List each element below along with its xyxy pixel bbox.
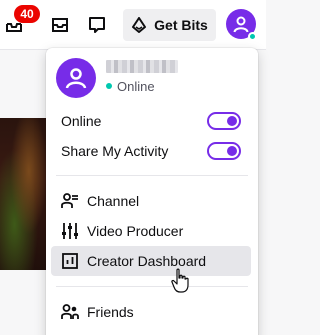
menu-divider <box>56 175 248 176</box>
profile-avatar[interactable] <box>56 58 96 98</box>
toggle-online-label: Online <box>61 113 102 129</box>
menu-item-channel[interactable]: Channel <box>51 186 251 216</box>
toggle-row-share-activity[interactable]: Share My Activity <box>51 136 251 166</box>
menu-item-creator-dashboard[interactable]: Creator Dashboard <box>51 246 251 276</box>
menu-item-label: Creator Dashboard <box>87 253 207 269</box>
menu-divider <box>56 286 248 287</box>
video-producer-icon <box>61 222 79 240</box>
status-label: Online <box>117 78 155 94</box>
stream-thumbnail[interactable] <box>0 118 48 270</box>
menu-item-label: Friends <box>87 304 134 320</box>
creator-dashboard-icon <box>61 252 79 270</box>
menu-item-label: Channel <box>87 193 140 209</box>
share-activity-toggle[interactable] <box>207 142 241 160</box>
get-bits-button[interactable]: Get Bits <box>123 9 216 41</box>
whispers-icon <box>89 17 105 33</box>
top-nav-bar: 40 Get Bits <box>0 0 266 50</box>
user-icon <box>65 68 87 89</box>
user-avatar-icon <box>233 16 249 33</box>
friends-icon <box>61 303 79 321</box>
online-indicator-dot <box>248 32 257 41</box>
channel-icon <box>61 192 79 210</box>
menu-item-video-producer[interactable]: Video Producer <box>51 216 251 246</box>
get-bits-label: Get Bits <box>154 17 208 33</box>
notification-badge: 40 <box>14 5 40 23</box>
user-menu-dropdown: Online Online Share My Activity Channel <box>46 48 258 335</box>
toggle-knob <box>227 146 237 156</box>
username-redacted <box>106 60 178 73</box>
inbox-icon <box>52 18 68 32</box>
toggle-share-label: Share My Activity <box>61 143 169 159</box>
menu-item-friends[interactable]: Friends <box>51 297 251 327</box>
toggle-row-online[interactable]: Online <box>51 106 251 136</box>
profile-status: Online <box>106 78 155 94</box>
bits-icon <box>132 17 147 33</box>
toggle-knob <box>227 116 237 126</box>
menu-item-label: Video Producer <box>87 223 184 239</box>
inbox-button[interactable] <box>48 13 72 37</box>
status-dot <box>106 83 112 89</box>
hand-cursor-icon <box>171 268 189 293</box>
online-toggle[interactable] <box>207 112 241 130</box>
whispers-button[interactable] <box>85 13 109 37</box>
